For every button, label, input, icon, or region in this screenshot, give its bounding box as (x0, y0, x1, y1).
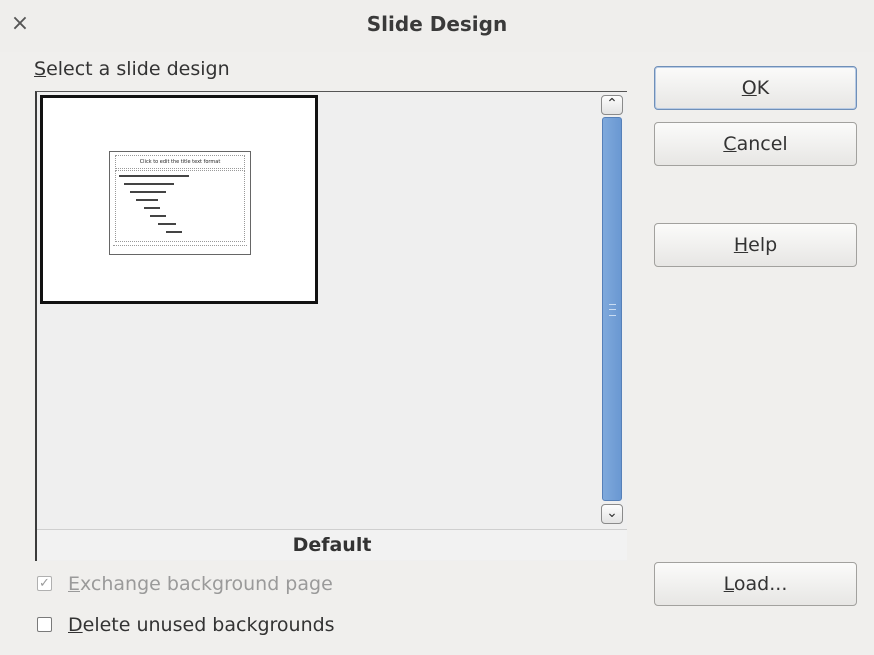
vertical-scrollbar[interactable]: ⌃ ⌄ (599, 95, 625, 525)
design-thumbnail-default[interactable]: Click to edit the title text format (40, 95, 318, 304)
load-label: oad... (733, 573, 788, 595)
select-design-label: Select a slide design (34, 58, 230, 80)
cancel-label: ancel (736, 133, 788, 155)
scrollbar-grip-icon (609, 304, 616, 316)
ok-label: K (756, 77, 770, 99)
slide-preview-image: Click to edit the title text format (109, 151, 251, 255)
help-button[interactable]: Help (654, 223, 857, 267)
delete-unused-label[interactable]: Delete unused backgrounds (68, 612, 335, 638)
select-design-label-text: elect a slide design (46, 58, 230, 80)
dialog-title: Slide Design (366, 12, 508, 36)
select-design-mnemonic: S (34, 58, 47, 80)
design-list[interactable]: Click to edit the title text format ⌃ ⌄ … (35, 91, 627, 561)
load-mnemonic: L (723, 573, 734, 595)
title-bar: × Slide Design (0, 0, 874, 52)
scroll-up-button[interactable]: ⌃ (601, 95, 623, 115)
load-button[interactable]: Load... (654, 562, 857, 606)
exchange-background-label-text: xchange background page (80, 573, 333, 595)
slide-preview-title: Click to edit the title text format (115, 155, 245, 169)
delete-unused-label-text: elete unused backgrounds (82, 614, 335, 636)
delete-unused-mnemonic: D (68, 614, 83, 636)
ok-button[interactable]: OK (654, 66, 857, 110)
scrollbar-thumb[interactable] (602, 117, 622, 501)
cancel-mnemonic: C (723, 133, 737, 155)
ok-mnemonic: O (741, 77, 757, 99)
slide-preview-footer (113, 245, 247, 250)
scroll-down-button[interactable]: ⌄ (601, 504, 623, 524)
cancel-button[interactable]: Cancel (654, 122, 857, 166)
slide-preview-outline (115, 170, 245, 242)
exchange-background-checkbox: ✓ (37, 576, 52, 591)
exchange-background-mnemonic: E (68, 573, 81, 595)
help-label: elp (748, 234, 778, 256)
exchange-background-label: Exchange background page (68, 571, 333, 597)
selected-design-name: Default (37, 529, 627, 560)
help-mnemonic: H (733, 234, 749, 256)
delete-unused-checkbox[interactable] (37, 617, 52, 632)
